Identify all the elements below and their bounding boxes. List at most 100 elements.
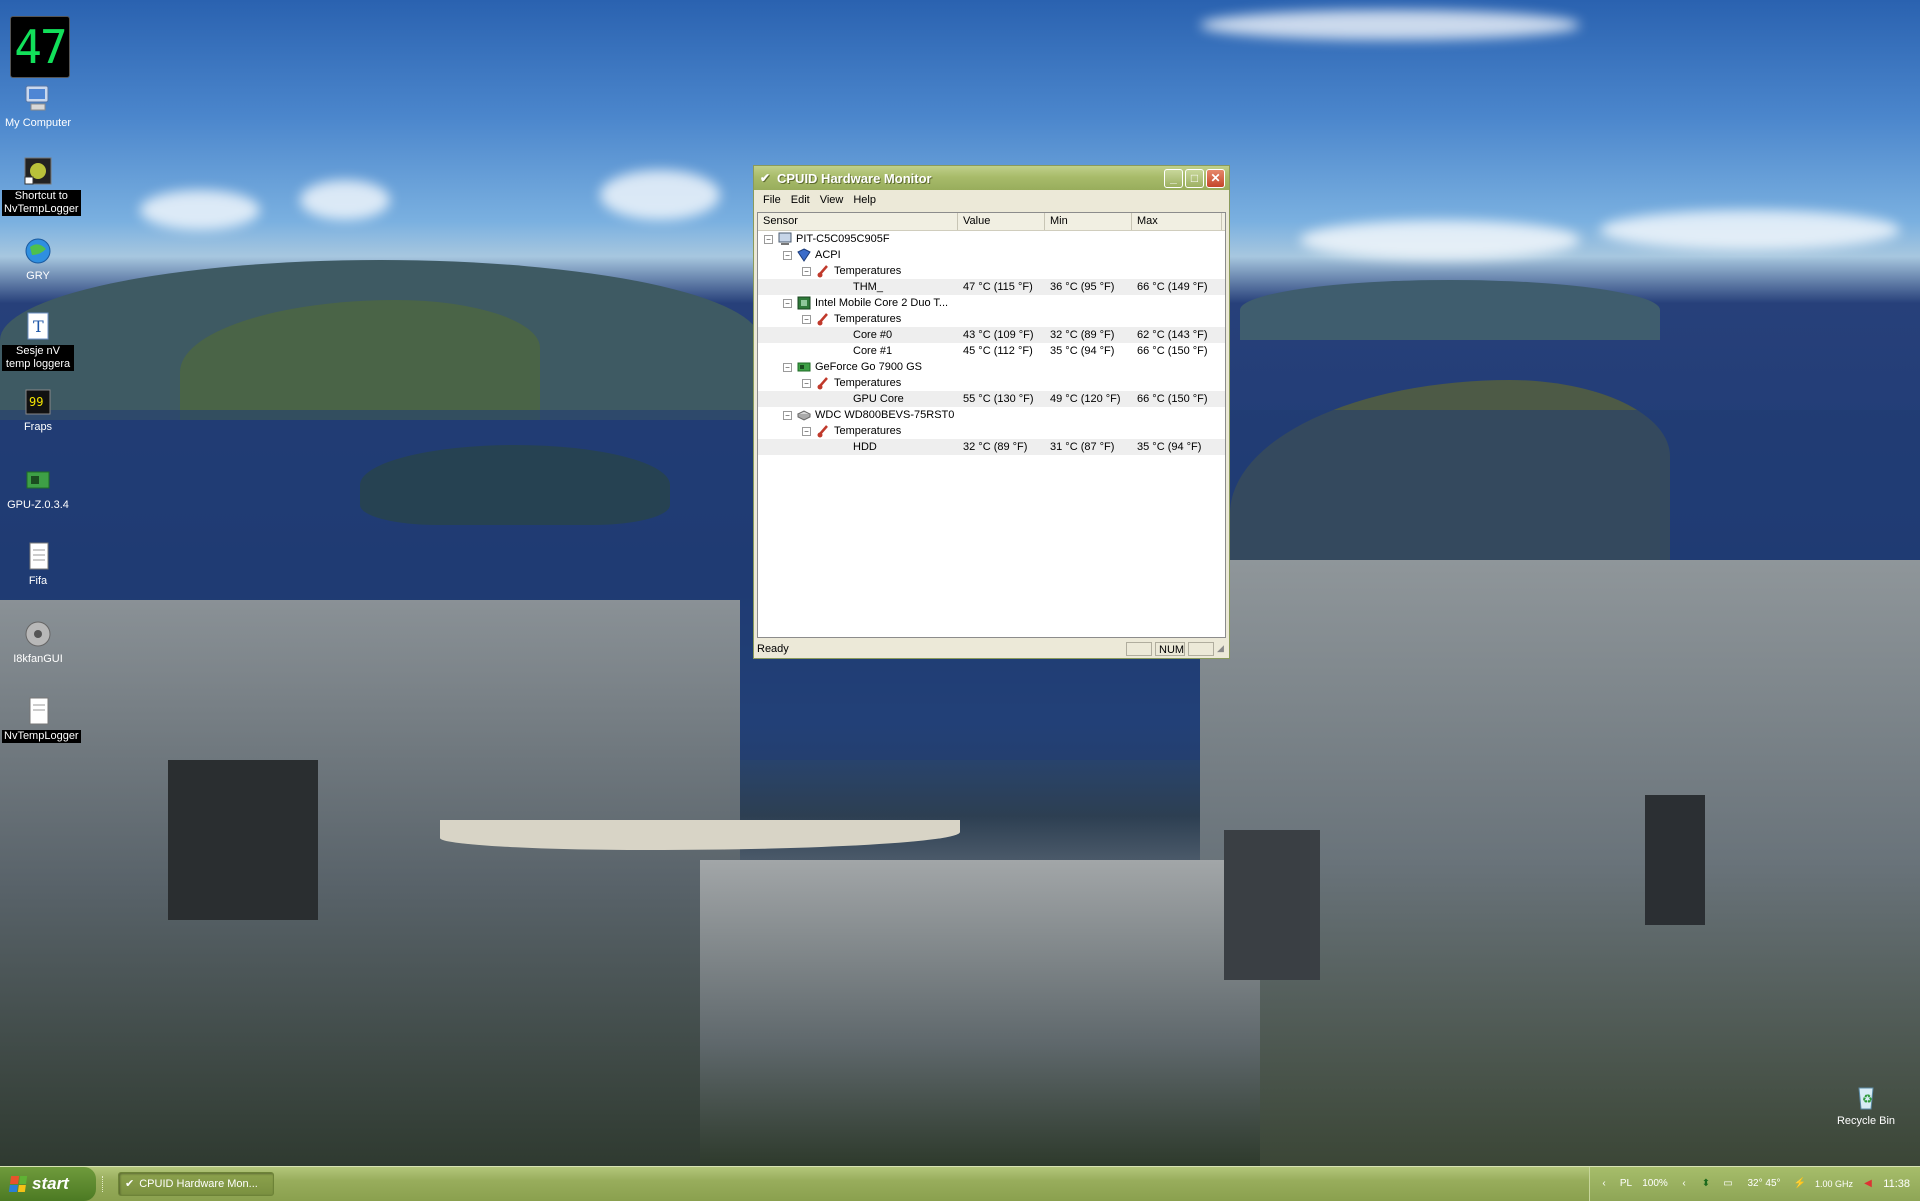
desktop-icon-recycle-bin[interactable]: ♻ Recycle Bin [1830, 1080, 1902, 1128]
menu-edit[interactable]: Edit [786, 194, 815, 206]
taskbar: start ✔ CPUID Hardware Mon... ‹ PL 100% … [0, 1166, 1920, 1201]
windows-logo-icon [8, 1176, 28, 1192]
window-title: CPUID Hardware Monitor [777, 170, 932, 186]
sensor-min: 35 °C (94 °F) [1050, 345, 1115, 357]
column-header: Sensor Value Min Max [758, 213, 1225, 231]
collapse-toggle[interactable]: − [802, 267, 811, 276]
sensor-label: Core #1 [853, 345, 893, 357]
svg-text:99: 99 [29, 395, 43, 409]
volume-icon[interactable]: ◀ [1860, 1176, 1876, 1192]
menu-help[interactable]: Help [848, 194, 881, 206]
thermometer-icon [816, 376, 830, 390]
desktop-icon-sesje[interactable]: T Sesje nV temp loggera [2, 310, 74, 371]
svg-text:♻: ♻ [1862, 1092, 1873, 1106]
close-button[interactable]: ✕ [1206, 168, 1225, 188]
desktop-icon-i8kfangui[interactable]: I8kfanGUI [2, 618, 74, 666]
sensor-min: 36 °C (95 °F) [1050, 281, 1115, 293]
collapse-toggle[interactable]: − [802, 379, 811, 388]
sensor-min: 31 °C (87 °F) [1050, 441, 1115, 453]
battery-indicator[interactable]: 100% [1640, 1176, 1670, 1192]
collapse-toggle[interactable]: − [783, 251, 792, 260]
sensor-row-thm[interactable]: THM_ 47 °C (115 °F) 36 °C (95 °F) 66 °C … [758, 279, 1225, 295]
fraps-icon: 99 [22, 386, 54, 418]
wallpaper-cloud [140, 190, 260, 230]
acpi-icon [797, 248, 811, 262]
sensor-label: GPU Core [853, 393, 904, 405]
resize-grip-icon[interactable]: ◢ [1217, 643, 1229, 655]
document-icon [22, 695, 54, 727]
taskbar-button-hardware-monitor[interactable]: ✔ CPUID Hardware Mon... [118, 1172, 274, 1196]
sensor-max: 66 °C (149 °F) [1137, 281, 1208, 293]
collapse-toggle[interactable]: − [802, 315, 811, 324]
desktop-icon-nvtemplogger[interactable]: NvTempLogger [2, 695, 81, 743]
cpu-icon [797, 296, 811, 310]
desktop-icon-label: Fraps [23, 421, 53, 433]
minimize-button[interactable]: _ [1164, 168, 1183, 188]
tree-node-computer[interactable]: − PIT-C5C095C905F [758, 231, 1225, 247]
sensor-label: HDD [853, 441, 877, 453]
wallpaper-cloud [1600, 210, 1900, 250]
collapse-toggle[interactable]: − [783, 299, 792, 308]
desktop-icon-nvtemplogger-shortcut[interactable]: Shortcut to NvTempLogger [2, 155, 81, 216]
start-button[interactable]: start [0, 1167, 96, 1201]
column-value[interactable]: Value [958, 213, 1045, 230]
hardware-monitor-window[interactable]: ✔ CPUID Hardware Monitor _ □ ✕ File Edit… [753, 165, 1230, 659]
desktop-icon-gry[interactable]: GRY [2, 235, 74, 283]
tree-node-acpi[interactable]: − ACPI [758, 247, 1225, 263]
tree-node-temperatures[interactable]: − Temperatures [758, 311, 1225, 327]
status-panel [1188, 641, 1214, 656]
wallpaper-cloud [600, 170, 720, 220]
app-icon: ✔ [759, 171, 771, 185]
menu-file[interactable]: File [758, 194, 786, 206]
tree-node-temperatures[interactable]: − Temperatures [758, 375, 1225, 391]
language-indicator[interactable]: PL [1618, 1176, 1634, 1192]
nvtemp-tray-icon[interactable]: ⬍ [1698, 1176, 1714, 1192]
tray-collapse-icon[interactable]: ‹ [1596, 1176, 1612, 1192]
collapse-toggle[interactable]: − [783, 363, 792, 372]
status-bar: Ready NUM ◢ [754, 639, 1229, 658]
column-max[interactable]: Max [1132, 213, 1222, 230]
column-sensor[interactable]: Sensor [758, 213, 958, 230]
clock[interactable]: 11:38 [1883, 1178, 1910, 1190]
sensor-row-hdd[interactable]: HDD 32 °C (89 °F) 31 °C (87 °F) 35 °C (9… [758, 439, 1225, 455]
column-min[interactable]: Min [1045, 213, 1132, 230]
sensor-value: 45 °C (112 °F) [963, 345, 1033, 357]
desktop-icon-label: Fifa [28, 575, 48, 587]
node-label: Temperatures [834, 377, 902, 389]
node-label: Temperatures [834, 425, 902, 437]
menu-view[interactable]: View [815, 194, 849, 206]
thermometer-icon [816, 312, 830, 326]
arrow-icon[interactable]: ‹ [1676, 1176, 1692, 1192]
tree-node-temperatures[interactable]: − Temperatures [758, 423, 1225, 439]
tree-node-gpu[interactable]: − GeForce Go 7900 GS [758, 359, 1225, 375]
temperature-widget[interactable]: 47 [10, 16, 70, 78]
sensor-max: 66 °C (150 °F) [1137, 393, 1208, 405]
drive-icon[interactable]: ▭ [1720, 1176, 1736, 1192]
collapse-toggle[interactable]: − [764, 235, 773, 244]
tree-node-hdd[interactable]: − WDC WD800BEVS-75RST0 [758, 407, 1225, 423]
sensor-min: 49 °C (120 °F) [1050, 393, 1121, 405]
tree-node-cpu[interactable]: − Intel Mobile Core 2 Duo T... [758, 295, 1225, 311]
title-bar[interactable]: ✔ CPUID Hardware Monitor _ □ ✕ [754, 166, 1229, 190]
collapse-toggle[interactable]: − [802, 427, 811, 436]
sensor-label: THM_ [853, 281, 883, 293]
maximize-button[interactable]: □ [1185, 168, 1204, 188]
desktop-icon-gpu-z[interactable]: GPU-Z.0.3.4 [2, 464, 74, 512]
desktop-icon-label: GRY [26, 270, 50, 282]
cpu-frequency[interactable]: 1.00 GHz [1814, 1176, 1854, 1192]
taskbar-separator [102, 1176, 113, 1192]
power-icon[interactable]: ⚡ [1792, 1176, 1808, 1192]
collapse-toggle[interactable]: − [783, 411, 792, 420]
sensor-row-core1[interactable]: Core #1 45 °C (112 °F) 35 °C (94 °F) 66 … [758, 343, 1225, 359]
sensor-row-gpu-core[interactable]: GPU Core 55 °C (130 °F) 49 °C (120 °F) 6… [758, 391, 1225, 407]
node-label: PIT-C5C095C905F [796, 233, 890, 245]
desktop-icon-fraps[interactable]: 99 Fraps [2, 386, 74, 434]
wallpaper-city [700, 860, 1260, 1166]
tree-node-temperatures[interactable]: − Temperatures [758, 263, 1225, 279]
node-label: GeForce Go 7900 GS [815, 361, 922, 373]
desktop-icon-my-computer[interactable]: My Computer [2, 82, 74, 130]
svg-text:T: T [33, 317, 44, 336]
cpu-temp-readout[interactable]: 32° 45° [1742, 1176, 1786, 1192]
desktop-icon-fifa[interactable]: Fifa [2, 540, 74, 588]
sensor-row-core0[interactable]: Core #0 43 °C (109 °F) 32 °C (89 °F) 62 … [758, 327, 1225, 343]
